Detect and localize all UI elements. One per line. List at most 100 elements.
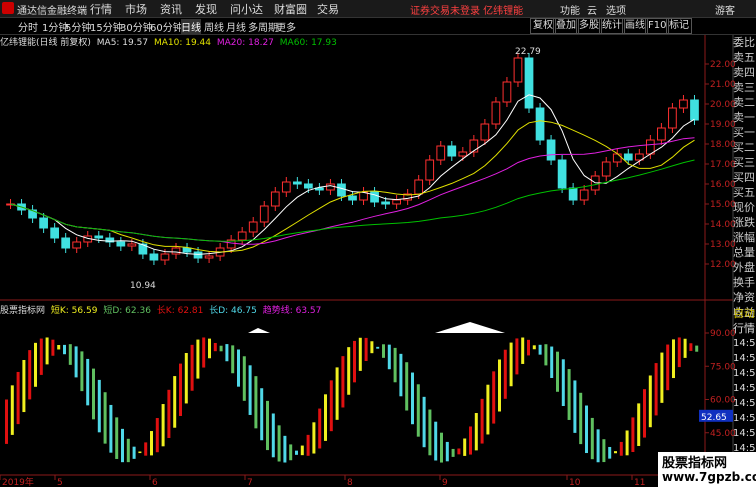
indicator-bar [509, 342, 513, 387]
candle-body [127, 243, 137, 247]
candle-body [237, 231, 247, 241]
candle-body [204, 255, 214, 259]
candle-body [370, 191, 379, 203]
app-window: 通达信金融终端 行情 市场 资讯 发现 问小达 财富圈 交易 证券交易未登录 亿… [0, 0, 756, 487]
indicator-bar [527, 339, 530, 356]
quote-label: 行情 [733, 322, 755, 335]
indicator-bar [155, 418, 159, 453]
indicator-bar [324, 394, 327, 441]
indicator-bar [614, 451, 617, 454]
indicator-bar [556, 351, 559, 392]
candle-body [502, 81, 512, 103]
indicator-bar [103, 392, 107, 444]
time-axis-label: 5 [57, 478, 63, 487]
indicator-bar [16, 371, 20, 425]
indicator-bar [184, 353, 188, 404]
indicator-bar [190, 344, 194, 391]
indicator-bar [254, 376, 258, 429]
indicator-bar [306, 434, 310, 456]
indicator-bar [550, 346, 554, 378]
indicator-bar [585, 405, 588, 454]
indicator-bar [144, 442, 148, 456]
low-annotation: 10.94 [130, 281, 156, 291]
indicator-bar [608, 446, 612, 459]
indicator-bar [660, 352, 664, 403]
indicator-bar [538, 344, 542, 355]
indicator-bar [463, 438, 467, 456]
indicator-bar [521, 337, 525, 364]
indicator-bar [138, 451, 142, 454]
candle-body [557, 159, 567, 189]
indicator-bar [486, 384, 490, 435]
indicator-bar [341, 356, 345, 408]
watermark-line1: 股票指标网 [662, 456, 728, 471]
candle-body [149, 253, 159, 261]
current-value-label: 52.65 [701, 413, 727, 423]
indicator-bar [654, 363, 658, 416]
candle-body [270, 191, 280, 207]
candle-body [248, 221, 258, 233]
indicator-bar [619, 441, 623, 456]
quote-field-label: 卖二 [733, 96, 755, 109]
indicator-bar [399, 353, 403, 397]
indicator-bar [277, 425, 281, 462]
indicator-bar [34, 342, 37, 387]
indicator-bar [242, 356, 246, 401]
indicator-bar [387, 344, 391, 370]
candle-body [61, 237, 71, 249]
indicator-bar [80, 351, 84, 392]
auto-label[interactable]: 自动 [733, 306, 756, 321]
peak-marker [248, 328, 270, 333]
indicator-bar [428, 409, 432, 456]
candle-body [337, 183, 346, 197]
indicator-bar [498, 359, 501, 412]
indicator-bar [167, 389, 171, 438]
indicator-bar [492, 371, 496, 424]
indicator-bar [573, 380, 577, 433]
indicator-bar [150, 431, 153, 456]
candle-body [601, 161, 611, 177]
quote-field-label: 委比 [733, 36, 755, 49]
indicator-bar [677, 337, 681, 368]
indicator-bar [364, 337, 368, 361]
indicator-bar [45, 337, 49, 365]
indicator-bar [683, 338, 687, 358]
time-axis-label: 9 [442, 478, 448, 487]
high-annotation: 22.79 [515, 47, 541, 57]
quote-field-label: 买五 [733, 186, 755, 199]
indicator-bar [219, 345, 223, 352]
indicator-bar [295, 450, 298, 455]
indicator-bar [515, 338, 519, 375]
indicator-bar [115, 417, 119, 459]
indicator-bar [121, 428, 124, 463]
candle-body [623, 153, 633, 161]
candle-body [171, 247, 181, 255]
indicator-bar [283, 435, 287, 463]
indicator-bar [179, 363, 182, 416]
time-axis-label: 11 [634, 478, 645, 487]
indicator-bar [173, 376, 177, 428]
tick-time: 14:50 [733, 398, 756, 409]
candle-body [436, 145, 446, 161]
candle-body [524, 57, 534, 109]
indicator-bar [22, 359, 26, 413]
indicator-bar [457, 448, 461, 455]
indicator-bar [440, 432, 443, 463]
candle-body [116, 241, 126, 247]
tick-time: 14:50 [733, 383, 756, 394]
indicator-bar [213, 342, 217, 352]
quote-field-label: 买四 [733, 171, 755, 184]
indicator-bar [602, 439, 606, 463]
indicator-bar [68, 344, 72, 365]
indicator-bar [39, 338, 43, 375]
indicator-bar [312, 422, 316, 454]
indicator-bar [590, 417, 594, 460]
quote-field-label: 卖一 [733, 111, 755, 124]
chart-canvas[interactable]: 22.0021.0020.0019.0018.0017.0016.0015.00… [0, 0, 756, 487]
indicator-bar [132, 446, 136, 459]
quote-field-label: 现价 [733, 201, 755, 214]
indicator-bar [202, 337, 206, 368]
candle-body [535, 107, 545, 141]
time-axis-label: 10 [569, 478, 581, 487]
indicator-bar [329, 380, 333, 432]
